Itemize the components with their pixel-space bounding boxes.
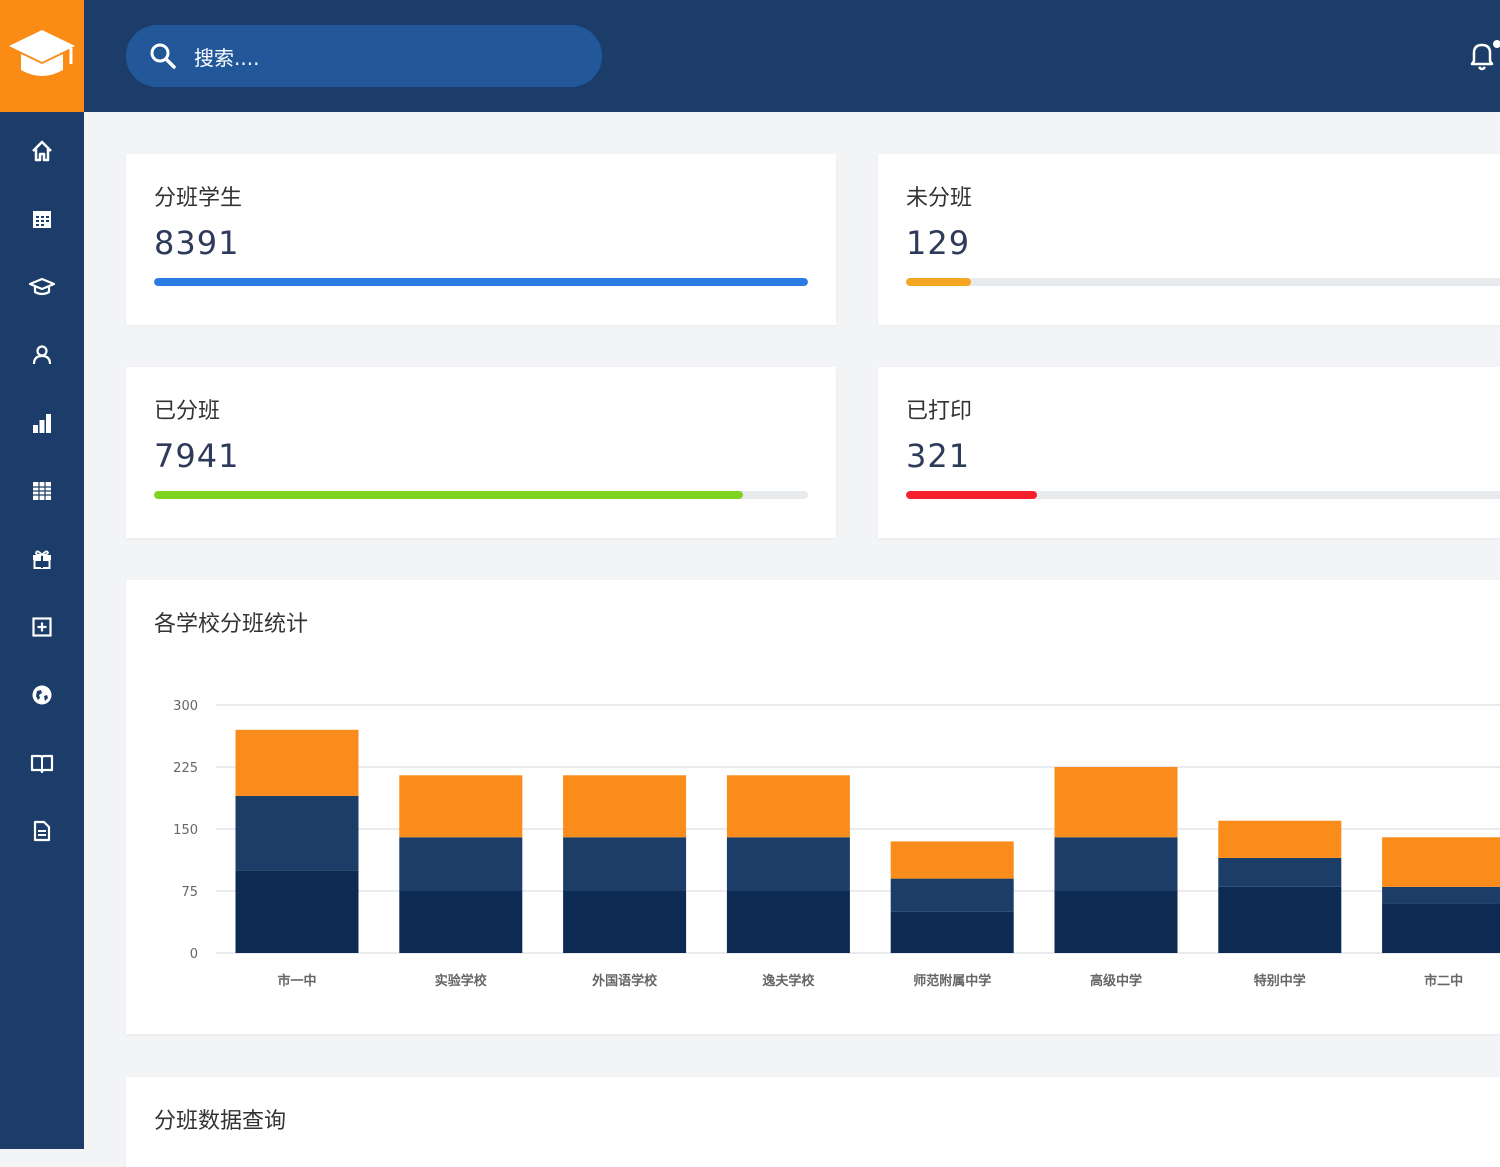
x-tick-label: 高级中学 [1090,973,1142,989]
bar-segment [726,891,850,953]
stat-value: 7941 [154,437,240,475]
sidebar-item-home[interactable] [0,129,84,173]
bar-segment [1382,903,1500,953]
x-tick-label: 师范附属中学 [913,973,991,989]
stat-value: 8391 [154,224,240,262]
bar-segment [563,837,687,891]
table-icon [33,482,51,500]
book-icon [30,754,54,774]
document-icon [33,820,51,842]
stat-value: 321 [906,437,971,475]
stat-label: 分班学生 [154,186,243,211]
stat-card-printed: 已打印 321 [878,367,1500,538]
y-tick-label: 300 [173,699,198,714]
sidebar-item-classes[interactable] [0,265,84,309]
plus-square-icon [32,617,52,637]
sidebar-item-table[interactable] [0,469,84,513]
bar-segment [563,891,687,953]
stat-card-assigned-students: 分班学生 8391 [126,154,836,325]
bell-icon [1470,40,1500,71]
sidebar-item-add[interactable] [0,605,84,649]
stat-label: 已分班 [154,399,221,424]
bar-chart-icon [33,414,51,433]
bar-segment [399,837,523,891]
query-title: 分班数据查询 [154,1109,287,1134]
sidebar-item-gift[interactable] [0,537,84,581]
bar-segment [235,870,359,953]
sidebar-item-statistics[interactable] [0,401,84,445]
x-tick-label: 特别中学 [1254,973,1306,989]
stat-label: 已打印 [906,399,973,424]
x-tick-label: 实验学校 [435,973,488,989]
sidebar-item-documents[interactable] [0,809,84,853]
progress-fill [154,278,808,286]
y-tick-label: 75 [181,885,198,900]
bar-segment [1054,891,1178,953]
x-tick-label: 市一中 [277,973,316,989]
stat-card-assigned: 已分班 7941 [126,367,836,538]
query-card: 分班数据查询 [126,1077,1500,1167]
bar-segment [1382,886,1500,904]
progress-track [154,278,808,286]
bar-segment [1218,857,1342,887]
home-icon [32,140,52,162]
progress-track [906,491,1500,499]
bar-segment [235,795,359,871]
bar-segment [890,841,1014,879]
bar-segment [726,775,850,838]
app-logo[interactable] [0,0,84,112]
chart-card: 各学校分班统计 0 75 150 225 300 市一中 实验学校 外国语学校 逸夫学校 师范附属… [126,580,1500,1034]
bar-segment [235,729,359,796]
gift-icon [33,550,51,569]
stat-value: 129 [906,224,971,262]
graduation-cap-icon [29,277,55,296]
sidebar-nav [0,112,84,1149]
sidebar-item-calendar[interactable] [0,197,84,241]
bar-segment [563,775,687,838]
progress-track [906,278,1500,286]
bar-segment [399,775,523,838]
school-class-chart: 0 75 150 225 300 市一中 实验学校 外国语学校 逸夫学校 师范附属中学 高级中学 特别… [173,699,1500,989]
stat-card-unassigned: 未分班 129 [878,154,1500,325]
top-header: 搜索.... [84,0,1500,112]
bar-segment [1054,767,1178,838]
bar-segment [1218,820,1342,858]
x-tick-label: 市二中 [1424,973,1463,989]
sidebar-item-globe[interactable] [0,673,84,717]
bar-segment [890,911,1014,953]
bar-segment [1382,837,1500,887]
bar-segment [1054,837,1178,891]
y-tick-label: 150 [173,823,198,838]
stat-label: 未分班 [906,186,973,211]
progress-fill [154,491,743,499]
bar-segment [726,837,850,891]
globe-icon [32,685,52,705]
bar-segment [890,878,1014,912]
y-tick-label: 225 [173,761,198,776]
progress-fill [906,491,1037,499]
sidebar-item-users[interactable] [0,333,84,377]
search-icon [148,41,178,71]
notification-button[interactable] [1464,38,1500,74]
bar-segment [399,891,523,953]
search-bar[interactable]: 搜索.... [126,25,602,87]
progress-fill [906,278,972,286]
bar-segment [1218,886,1342,953]
graduation-cap-icon [9,30,75,76]
user-icon [32,345,52,365]
progress-track [154,491,808,499]
x-tick-label: 逸夫学校 [762,973,815,989]
y-tick-label: 0 [190,947,198,962]
calendar-icon [33,211,51,228]
sidebar-item-book[interactable] [0,741,84,785]
search-input[interactable]: 搜索.... [194,42,259,71]
x-tick-label: 外国语学校 [591,973,658,989]
